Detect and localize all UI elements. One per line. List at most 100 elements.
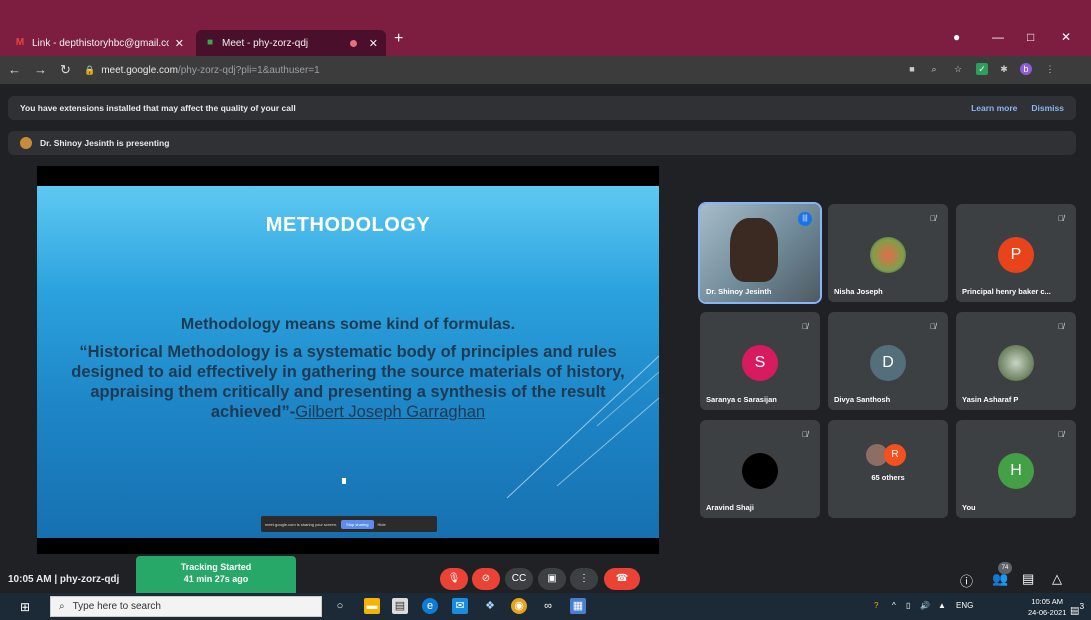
learn-more-link[interactable]: Learn more (971, 103, 1017, 113)
file-explorer-icon[interactable]: ▬ (364, 598, 380, 614)
speaking-icon: ||| (798, 212, 812, 226)
new-tab-icon[interactable]: + (394, 30, 403, 48)
maximize-icon[interactable]: □ (1027, 30, 1034, 44)
people-icon[interactable]: 👥 (992, 571, 1008, 587)
forward-icon[interactable]: → (34, 62, 47, 77)
dismiss-button[interactable]: Dismiss (1031, 103, 1064, 113)
task-view-icon[interactable]: ○ (332, 598, 348, 614)
meeting-time-code: 10:05 AM | phy-zorz-qdj (8, 574, 120, 585)
participant-tile[interactable]: 🎙̸ Aravind Shaji (700, 420, 820, 518)
leave-call-button[interactable]: ☎ (604, 568, 640, 590)
close-tab-icon[interactable]: ✕ (369, 37, 378, 50)
zoom-icon[interactable]: ⌕ (928, 63, 940, 75)
store-icon[interactable]: ▤ (392, 598, 408, 614)
tab-gmail[interactable]: M Link - depthistoryhbc@gmail.co ✕ (6, 30, 192, 56)
mic-off-icon: 🎙̸ (930, 322, 936, 331)
mic-off-icon: 🎙̸ (1058, 322, 1064, 331)
tray-chevron-icon[interactable]: ^ (892, 601, 896, 610)
input-language[interactable]: ENG (956, 601, 973, 610)
mic-off-icon: 🎙̸ (802, 430, 808, 439)
tab-title: Link - depthistoryhbc@gmail.co (32, 37, 169, 49)
participant-video-face (730, 218, 778, 282)
banner-text: You have extensions installed that may a… (20, 103, 296, 113)
windows-start-icon[interactable]: ⊞ (20, 600, 30, 614)
participant-tile[interactable]: 🎙̸ Nisha Joseph (828, 204, 948, 302)
share-notice-bar: meet.google.com is sharing your screen. … (261, 516, 437, 532)
participant-name: Dr. Shinoy Jesinth (706, 287, 772, 296)
battery-icon[interactable]: ▯ (906, 601, 910, 610)
mic-toggle-button[interactable]: 🎙 (440, 568, 468, 590)
meeting-info-icon[interactable]: ⓘ (960, 571, 973, 590)
camera-indicator-icon[interactable]: ■ (906, 63, 918, 75)
reload-icon[interactable]: ↻ (60, 62, 71, 78)
stop-sharing-button[interactable]: Stop sharing (341, 519, 374, 529)
address-bar-row: ← → ↻ 🔒 meet.google.com /phy-zorz-qdj?pl… (0, 56, 1091, 84)
profile-avatar[interactable]: b (1020, 63, 1032, 75)
more-options-button[interactable]: ⋮ (570, 568, 598, 590)
participant-avatar: H (998, 453, 1034, 489)
participant-avatar: P (998, 237, 1034, 273)
media-indicator-icon[interactable]: ● (953, 30, 960, 44)
url-path: /phy-zorz-qdj?pli=1&authuser=1 (177, 64, 320, 76)
chrome-icon[interactable]: ◉ (511, 598, 527, 614)
tab-strip: M Link - depthistoryhbc@gmail.co ✕ ■ Mee… (0, 26, 1091, 56)
slide-title: METHODOLOGY (265, 214, 431, 236)
activities-icon[interactable]: △ (1052, 571, 1062, 587)
search-placeholder: Type here to search (72, 601, 161, 612)
recording-icon (349, 39, 357, 47)
participant-name: Saranya c Sarasijan (706, 395, 777, 404)
back-icon[interactable]: ← (8, 62, 21, 77)
extensions-puzzle-icon[interactable]: ✱ (998, 63, 1010, 75)
close-window-icon[interactable]: ✕ (1061, 30, 1071, 44)
screen: M Link - depthistoryhbc@gmail.co ✕ ■ Mee… (0, 0, 1091, 620)
edge-icon[interactable]: e (422, 598, 438, 614)
extension-warning-banner: You have extensions installed that may a… (8, 96, 1076, 120)
participant-tile[interactable]: 🎙̸ D Divya Santhosh (828, 312, 948, 410)
slide-author: Gilbert Joseph Garraghan (295, 403, 486, 421)
participant-avatar: D (870, 345, 906, 381)
participant-tile[interactable]: 🎙̸ P Principal henry baker c... (956, 204, 1076, 302)
close-tab-icon[interactable]: ✕ (175, 37, 184, 50)
gmail-icon: M (15, 37, 25, 48)
mail-icon[interactable]: ✉ (452, 598, 468, 614)
presenter-avatar (20, 137, 32, 149)
menu-dots-icon[interactable]: ⋮ (1044, 63, 1056, 75)
minimize-icon[interactable]: — (992, 30, 1004, 44)
participant-avatar (742, 453, 778, 489)
system-clock[interactable]: 10:05 AM 24-06-2021 (1028, 596, 1066, 618)
network-icon[interactable]: ▲ (938, 601, 946, 610)
tab-meet[interactable]: ■ Meet - phy-zorz-qdj ✕ (196, 30, 386, 56)
dropbox-icon[interactable]: ❖ (482, 598, 498, 614)
present-button[interactable]: ▣ (538, 568, 566, 590)
notification-center-icon[interactable]: ▤3 (1070, 601, 1084, 616)
camera-toggle-button[interactable]: ⊘ (472, 568, 500, 590)
extension-icon[interactable]: ✓ (976, 63, 988, 75)
url-host: meet.google.com (101, 64, 178, 76)
infinity-app-icon[interactable]: ∞ (540, 598, 556, 614)
participant-name: You (962, 503, 976, 512)
others-tile[interactable]: R 65 others (828, 420, 948, 518)
presenting-text: Dr. Shinoy Jesinth is presenting (40, 138, 170, 148)
participant-tile[interactable]: ||| Dr. Shinoy Jesinth (698, 202, 822, 304)
participant-avatar: S (742, 345, 778, 381)
notes-app-icon[interactable]: ▦ (570, 598, 586, 614)
mic-off-icon: 🎙̸ (1058, 430, 1064, 439)
participant-tile[interactable]: 🎙̸ S Saranya c Sarasijan (700, 312, 820, 410)
chat-icon[interactable]: ▤ (1022, 571, 1034, 587)
help-icon[interactable]: ? (874, 601, 878, 610)
url-field[interactable]: 🔒 meet.google.com /phy-zorz-qdj?pli=1&au… (84, 59, 904, 81)
taskbar-search-box[interactable]: ⌕ Type here to search (50, 596, 322, 617)
bookmark-star-icon[interactable]: ☆ (952, 63, 964, 75)
notification-count: 3 (1079, 601, 1085, 611)
others-count: 65 others (871, 473, 905, 482)
captions-button[interactable]: CC (505, 568, 533, 590)
participant-photo (998, 345, 1034, 381)
slide-body: “Historical Methodology is a systematic … (57, 342, 639, 422)
hide-button[interactable]: Hide (378, 522, 386, 527)
participant-name: Nisha Joseph (834, 287, 883, 296)
self-tile[interactable]: 🎙̸ H You (956, 420, 1076, 518)
presentation-slide: METHODOLOGY Methodology means some kind … (37, 186, 659, 538)
participant-tile[interactable]: 🎙̸ Yasin Asharaf P (956, 312, 1076, 410)
mic-off-icon: 🎙̸ (930, 214, 936, 223)
volume-icon[interactable]: 🔊 (920, 601, 930, 610)
